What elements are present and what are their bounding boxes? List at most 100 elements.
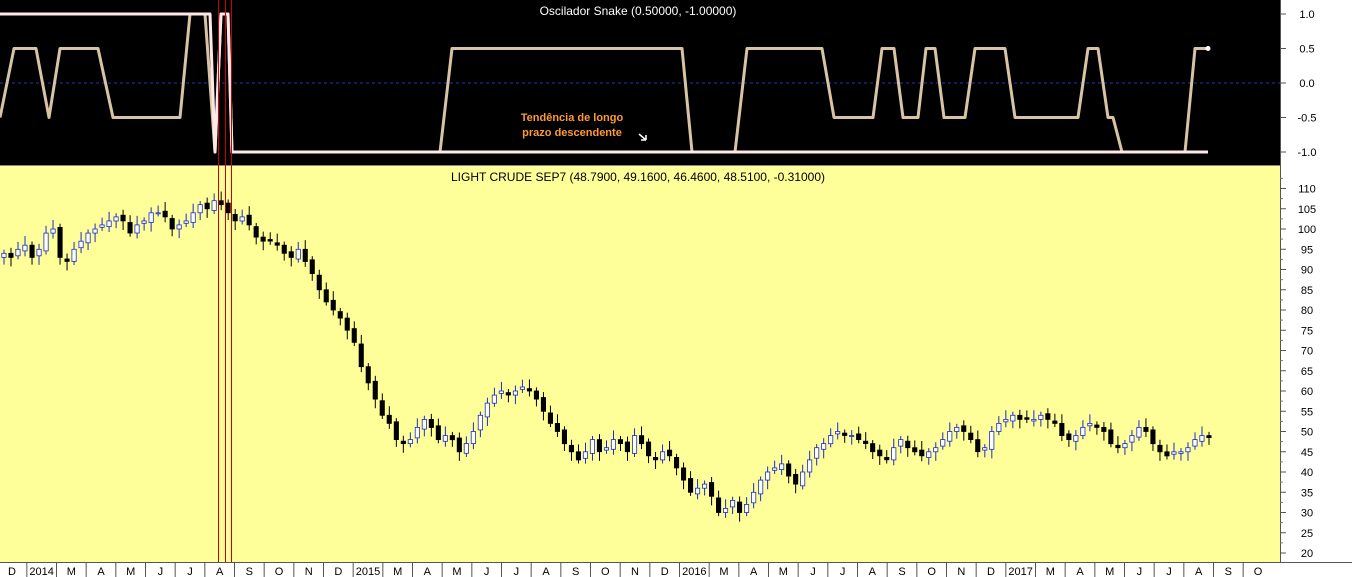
candle bbox=[225, 202, 231, 214]
candle bbox=[337, 311, 343, 319]
candle bbox=[568, 444, 574, 453]
candle bbox=[870, 443, 876, 453]
candle bbox=[365, 366, 371, 384]
candle bbox=[316, 274, 322, 291]
candle bbox=[470, 431, 476, 445]
candle bbox=[323, 289, 329, 303]
candle bbox=[821, 443, 827, 450]
annotation-line-2: prazo descendente bbox=[522, 127, 622, 139]
candle bbox=[940, 439, 946, 447]
candle bbox=[681, 467, 687, 481]
candle bbox=[281, 244, 287, 254]
candle bbox=[477, 414, 483, 431]
x-month-label: N bbox=[305, 566, 313, 577]
candle bbox=[807, 459, 813, 473]
chart-canvas: 1.0 0.5 0.0 -0.5 -1.0 Oscilador Snake (0.500… bbox=[0, 0, 1352, 577]
candle bbox=[218, 200, 224, 206]
price-panel bbox=[0, 166, 1280, 562]
candle bbox=[772, 467, 778, 471]
candle bbox=[975, 439, 981, 453]
x-month-label: N bbox=[957, 566, 965, 577]
candle bbox=[751, 491, 757, 504]
x-month-label: J bbox=[484, 566, 490, 577]
x-month-label: D bbox=[8, 566, 16, 577]
candle bbox=[190, 212, 196, 223]
candle bbox=[653, 456, 659, 461]
price-title: LIGHT CRUDE SEP7 (48.7900, 49.1600, 46.4… bbox=[451, 170, 825, 184]
candle bbox=[730, 499, 736, 508]
osc-ytick-label: 1.0 bbox=[1299, 9, 1314, 21]
candle bbox=[610, 439, 616, 450]
candle bbox=[295, 248, 301, 260]
candle bbox=[709, 482, 715, 497]
candle bbox=[1157, 444, 1163, 453]
candle bbox=[898, 439, 904, 447]
candle bbox=[526, 388, 532, 392]
x-month-label: M bbox=[126, 566, 135, 577]
x-month-label: A bbox=[216, 566, 224, 577]
candle bbox=[197, 204, 203, 214]
candle bbox=[127, 222, 133, 234]
candle bbox=[667, 449, 673, 457]
x-month-label: O bbox=[1254, 566, 1263, 577]
candle bbox=[246, 214, 252, 226]
candle bbox=[379, 400, 385, 416]
candle bbox=[1073, 435, 1079, 442]
candle bbox=[358, 343, 364, 368]
x-month-label: M bbox=[67, 566, 76, 577]
candle bbox=[22, 244, 28, 252]
candle bbox=[793, 473, 799, 485]
x-month-label: S bbox=[246, 566, 253, 577]
osc-ytick-label: -0.5 bbox=[1298, 113, 1317, 125]
price-ytick-label: 35 bbox=[1301, 487, 1313, 499]
oscillator-y-axis: 1.0 0.5 0.0 -0.5 -1.0 bbox=[1280, 9, 1316, 159]
candle bbox=[169, 218, 175, 230]
x-month-label: A bbox=[97, 566, 105, 577]
price-ytick-label: 100 bbox=[1298, 224, 1316, 236]
candle bbox=[1080, 426, 1086, 436]
candle bbox=[372, 380, 378, 400]
candle bbox=[1178, 451, 1184, 454]
price-ytick-label: 110 bbox=[1298, 184, 1316, 196]
candle bbox=[982, 447, 988, 451]
candle bbox=[863, 440, 869, 445]
candle bbox=[99, 224, 105, 228]
x-month-label: M bbox=[393, 566, 402, 577]
candle bbox=[113, 216, 119, 222]
price-ytick-label: 45 bbox=[1301, 447, 1313, 459]
x-year-label: 2016 bbox=[682, 566, 706, 577]
candle bbox=[1171, 451, 1177, 455]
candle bbox=[1192, 439, 1198, 447]
candle bbox=[1066, 433, 1072, 440]
candle bbox=[1052, 420, 1058, 424]
price-ytick-label: 55 bbox=[1301, 406, 1313, 418]
candle bbox=[723, 507, 729, 513]
candle bbox=[646, 441, 652, 457]
price-ytick-label: 25 bbox=[1301, 528, 1313, 540]
candle bbox=[1059, 422, 1065, 436]
candle bbox=[758, 479, 764, 495]
candle bbox=[435, 425, 441, 440]
price-y-axis: 110 105 100 95 90 85 80 75 70 65 60 55 50 45 40 35 30 25 2… bbox=[1280, 177, 1316, 560]
candle bbox=[779, 463, 785, 470]
candle bbox=[491, 394, 497, 404]
candle bbox=[414, 426, 420, 439]
candle bbox=[267, 239, 273, 242]
x-month-label: A bbox=[869, 566, 877, 577]
candle bbox=[330, 299, 336, 311]
candle bbox=[239, 216, 245, 222]
candle bbox=[1185, 447, 1191, 453]
candle bbox=[1164, 451, 1170, 457]
candle bbox=[64, 258, 70, 262]
candle bbox=[849, 435, 855, 438]
candle bbox=[561, 429, 567, 445]
candle bbox=[407, 439, 413, 445]
candle bbox=[891, 447, 897, 461]
candle bbox=[603, 447, 609, 451]
price-ytick-label: 70 bbox=[1301, 346, 1313, 358]
x-month-label: D bbox=[987, 566, 995, 577]
price-ytick-label: 40 bbox=[1301, 467, 1313, 479]
candle bbox=[183, 220, 189, 224]
candle bbox=[1017, 414, 1023, 420]
candle bbox=[989, 431, 995, 450]
